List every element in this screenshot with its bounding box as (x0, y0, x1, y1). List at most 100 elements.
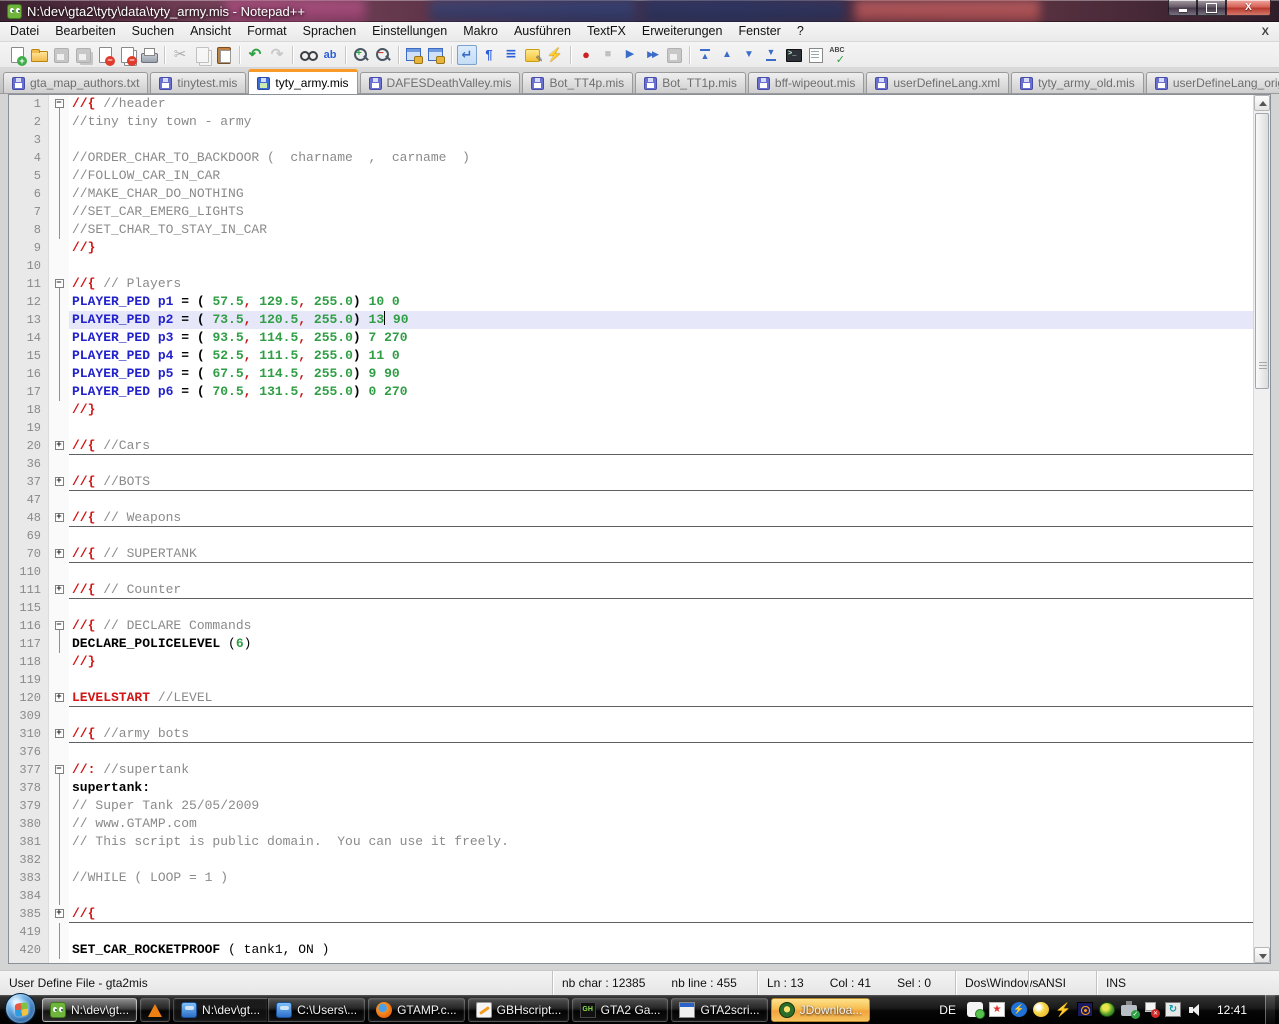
code-text[interactable]: PLAYER_PED p4 = ( 52.5, 111.5, 255.0) 11… (69, 347, 1253, 365)
find-button[interactable] (298, 45, 318, 65)
code-text[interactable]: //: //supertank (69, 761, 1253, 779)
scroll-down-button[interactable] (1254, 947, 1270, 963)
menu-item-format[interactable]: Format (239, 22, 295, 41)
macro-record-button[interactable] (576, 45, 596, 65)
code-text[interactable]: PLAYER_PED p3 = ( 93.5, 114.5, 255.0) 7 … (69, 329, 1253, 347)
taskbar-clock[interactable]: 12:41 (1209, 1003, 1259, 1017)
code-text[interactable] (69, 671, 1253, 689)
messenger-tray-icon[interactable] (967, 1002, 983, 1017)
taskbar-button-gtamp-c[interactable]: GTAMP.c... (368, 998, 465, 1022)
code-text[interactable]: //MAKE_CHAR_DO_NOTHING (69, 185, 1253, 203)
menu-item-textfx[interactable]: TextFX (579, 22, 634, 41)
close-all-button[interactable] (117, 45, 137, 65)
print-button[interactable] (139, 45, 159, 65)
code-text[interactable]: PLAYER_PED p5 = ( 67.5, 114.5, 255.0) 9 … (69, 365, 1253, 383)
code-text[interactable] (69, 923, 1253, 941)
code-text[interactable]: //{ (69, 905, 1253, 923)
menu-item-makro[interactable]: Makro (455, 22, 506, 41)
open-file-button[interactable] (29, 45, 49, 65)
taskbar-button-n-dev-gt[interactable]: N:\dev\gt... (42, 998, 137, 1022)
usb-eject-tray-icon[interactable] (1121, 1005, 1137, 1016)
code-text[interactable]: //{ // Weapons (69, 509, 1253, 527)
language-indicator[interactable]: DE (934, 1003, 961, 1017)
code-text[interactable] (69, 743, 1253, 761)
fold-expand-marker[interactable]: + (49, 509, 69, 527)
code-text[interactable]: //WHILE ( LOOP = 1 ) (69, 869, 1253, 887)
menu-item-erweiterungen[interactable]: Erweiterungen (634, 22, 731, 41)
textfx-move-top-button[interactable] (695, 45, 715, 65)
replace-button[interactable] (320, 45, 340, 65)
undo-button[interactable] (245, 45, 265, 65)
code-text[interactable] (69, 887, 1253, 905)
code-text[interactable]: //SET_CAR_EMERG_LIGHTS (69, 203, 1253, 221)
code-text[interactable]: //{ //army bots (69, 725, 1253, 743)
textfx-move-down-button[interactable] (739, 45, 759, 65)
taskbar-button-c-users[interactable]: C:\Users\... (268, 998, 365, 1022)
menu-item-sprachen[interactable]: Sprachen (295, 22, 365, 41)
fold-expand-marker[interactable]: + (49, 725, 69, 743)
code-text[interactable]: //{ //BOTS (69, 473, 1253, 491)
code-text[interactable]: // www.GTAMP.com (69, 815, 1253, 833)
tab-dafesdeathvalley-mis[interactable]: DAFESDeathValley.mis (360, 72, 521, 93)
paste-button[interactable] (214, 45, 234, 65)
tab-tyty-army-old-mis[interactable]: tyty_army_old.mis (1011, 72, 1144, 93)
code-text[interactable]: DECLARE_POLICELEVEL (6) (69, 635, 1253, 653)
code-text[interactable]: PLAYER_PED p2 = ( 73.5, 120.5, 255.0) 13… (69, 311, 1253, 329)
word-wrap-button[interactable] (457, 45, 477, 65)
taskbar-button-vlc[interactable] (140, 998, 170, 1022)
save-all-button[interactable] (73, 45, 93, 65)
fold-collapse-marker[interactable]: − (49, 275, 69, 293)
scroll-up-button[interactable] (1254, 95, 1270, 111)
code-text[interactable]: SET_CAR_ROCKETPROOF ( tank1, ON ) (69, 941, 1253, 959)
fold-expand-marker[interactable]: + (49, 473, 69, 491)
code-text[interactable] (69, 491, 1253, 509)
code-text[interactable] (69, 419, 1253, 437)
taskbar-button-gta2-ga[interactable]: GTA2 Ga... (572, 998, 669, 1022)
code-text[interactable]: PLAYER_PED p1 = ( 57.5, 129.5, 255.0) 10… (69, 293, 1253, 311)
restore-button[interactable] (1197, 0, 1226, 16)
fold-expand-marker[interactable]: + (49, 581, 69, 599)
downloader-tray-icon[interactable] (1011, 1002, 1027, 1017)
new-file-button[interactable] (7, 45, 27, 65)
menu-item-suchen[interactable]: Suchen (124, 22, 182, 41)
code-area[interactable]: 1−//{ //header2//tiny tiny town - army34… (9, 95, 1253, 963)
tab-gta-map-authors-txt[interactable]: gta_map_authors.txt (3, 72, 148, 93)
code-text[interactable]: supertank: (69, 779, 1253, 797)
code-text[interactable]: LEVELSTART //LEVEL (69, 689, 1253, 707)
code-text[interactable]: //{ // DECLARE Commands (69, 617, 1253, 635)
code-text[interactable]: //} (69, 401, 1253, 419)
status-insert-mode[interactable]: INS (1096, 971, 1279, 995)
fold-expand-marker[interactable]: + (49, 905, 69, 923)
vertical-scrollbar[interactable] (1253, 95, 1270, 963)
fold-expand-marker[interactable]: + (49, 437, 69, 455)
menu-item-ansicht[interactable]: Ansicht (182, 22, 239, 41)
redo-button[interactable] (267, 45, 287, 65)
menu-item-help[interactable]: ? (789, 22, 812, 41)
code-text[interactable]: //tiny tiny town - army (69, 113, 1253, 131)
sync-vertical-scroll-button[interactable] (404, 45, 424, 65)
scroll-thumb[interactable] (1255, 113, 1269, 389)
taskbar-button-jdownloa[interactable]: JDownloa... (771, 998, 871, 1022)
zoom-out-button[interactable] (373, 45, 393, 65)
code-text[interactable]: //SET_CHAR_TO_STAY_IN_CAR (69, 221, 1253, 239)
code-text[interactable] (69, 455, 1253, 473)
macro-play-button[interactable] (620, 45, 640, 65)
indent-guide-button[interactable] (501, 45, 521, 65)
code-text[interactable]: //{ // Players (69, 275, 1253, 293)
code-text[interactable]: PLAYER_PED p6 = ( 70.5, 131.5, 255.0) 0 … (69, 383, 1253, 401)
volume-tray-icon[interactable] (1187, 1002, 1203, 1017)
tab-tyty-army-mis[interactable]: tyty_army.mis (248, 69, 357, 94)
code-text[interactable] (69, 707, 1253, 725)
copy-button[interactable] (192, 45, 212, 65)
code-text[interactable]: //{ //header (69, 95, 1253, 113)
macro-run-multiple-button[interactable] (642, 45, 662, 65)
taskbar-button-gbhscript[interactable]: GBHscript... (468, 998, 569, 1022)
menu-item-ausf-hren[interactable]: Ausführen (506, 22, 579, 41)
tab-bot-tt4p-mis[interactable]: Bot_TT4p.mis (522, 72, 633, 93)
macro-stop-button[interactable] (598, 45, 618, 65)
tab-userdefinelang-orig-xml[interactable]: userDefineLang_orig.xml (1146, 72, 1279, 93)
globe-tray-icon[interactable] (1099, 1002, 1115, 1017)
taskbar-button-n-dev-gt[interactable]: N:\dev\gt... (173, 998, 268, 1022)
menu-item-fenster[interactable]: Fenster (730, 22, 788, 41)
title-bar[interactable]: N:\dev\gta2\tyty\data\tyty_army.mis - No… (0, 0, 1279, 22)
